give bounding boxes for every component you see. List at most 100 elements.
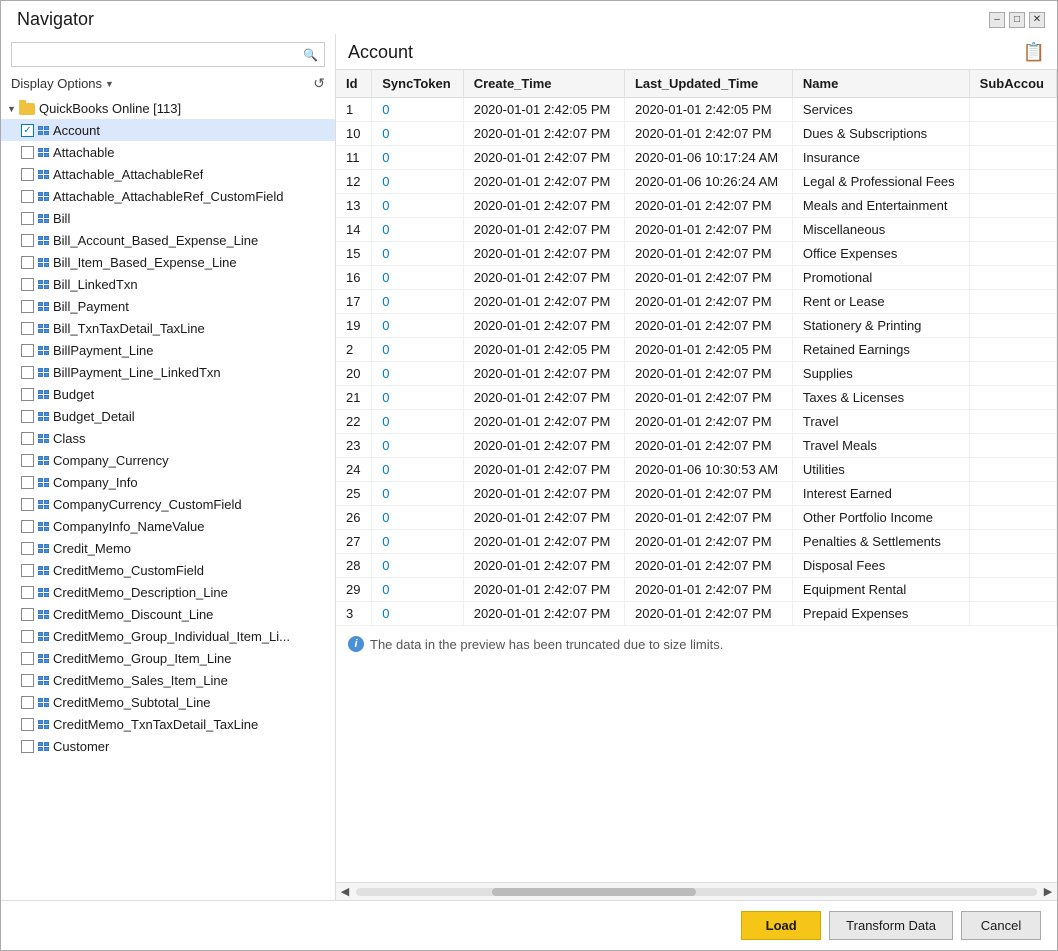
table-row[interactable]: 1602020-01-01 2:42:07 PM2020-01-01 2:42:… [336,266,1057,290]
table-row[interactable]: 2302020-01-01 2:42:07 PM2020-01-01 2:42:… [336,434,1057,458]
tree-item[interactable]: CreditMemo_TxnTaxDetail_TaxLine [1,713,335,735]
tree-item-checkbox[interactable] [21,344,34,357]
table-row[interactable]: 1102020-01-01 2:42:07 PM2020-01-06 10:17… [336,146,1057,170]
tree-item[interactable]: Company_Info [1,471,335,493]
search-icon[interactable]: 🔍 [297,44,324,66]
tree-item-checkbox[interactable] [21,300,34,313]
tree-item[interactable]: Bill_LinkedTxn [1,273,335,295]
tree-container[interactable]: ▼ QuickBooks Online [113] AccountAttacha… [1,98,335,900]
load-button[interactable]: Load [741,911,821,940]
table-column-header[interactable]: Last_Updated_Time [624,70,792,98]
data-table-container[interactable]: IdSyncTokenCreate_TimeLast_Updated_TimeN… [336,69,1057,882]
tree-item[interactable]: Credit_Memo [1,537,335,559]
tree-item[interactable]: CreditMemo_Sales_Item_Line [1,669,335,691]
tree-item-checkbox[interactable] [21,696,34,709]
tree-item-checkbox[interactable] [21,190,34,203]
tree-item-checkbox[interactable] [21,740,34,753]
tree-item[interactable]: Attachable [1,141,335,163]
table-column-header[interactable]: SubAccou [969,70,1056,98]
tree-item-checkbox[interactable] [21,674,34,687]
tree-item[interactable]: BillPayment_Line_LinkedTxn [1,361,335,383]
tree-item-checkbox[interactable] [21,542,34,555]
table-row[interactable]: 1702020-01-01 2:42:07 PM2020-01-01 2:42:… [336,290,1057,314]
table-row[interactable]: 1502020-01-01 2:42:07 PM2020-01-01 2:42:… [336,242,1057,266]
display-options-button[interactable]: Display Options ▼ [11,76,114,91]
tree-item[interactable]: Account [1,119,335,141]
tree-item-checkbox[interactable] [21,366,34,379]
table-row[interactable]: 102020-01-01 2:42:05 PM2020-01-01 2:42:0… [336,98,1057,122]
tree-item-checkbox[interactable] [21,498,34,511]
transform-data-button[interactable]: Transform Data [829,911,953,940]
table-row[interactable]: 2202020-01-01 2:42:07 PM2020-01-01 2:42:… [336,410,1057,434]
table-column-header[interactable]: SyncToken [372,70,463,98]
tree-item-checkbox[interactable] [21,476,34,489]
table-row[interactable]: 202020-01-01 2:42:05 PM2020-01-01 2:42:0… [336,338,1057,362]
table-row[interactable]: 2702020-01-01 2:42:07 PM2020-01-01 2:42:… [336,530,1057,554]
tree-item-checkbox[interactable] [21,388,34,401]
tree-item[interactable]: BillPayment_Line [1,339,335,361]
tree-item[interactable]: CreditMemo_Group_Item_Line [1,647,335,669]
tree-item[interactable]: Attachable_AttachableRef_CustomField [1,185,335,207]
close-button[interactable]: ✕ [1029,12,1045,28]
tree-item-checkbox[interactable] [21,586,34,599]
table-column-header[interactable]: Create_Time [463,70,624,98]
tree-item[interactable]: Bill_Account_Based_Expense_Line [1,229,335,251]
tree-item-checkbox[interactable] [21,322,34,335]
table-row[interactable]: 1902020-01-01 2:42:07 PM2020-01-01 2:42:… [336,314,1057,338]
tree-item[interactable]: Attachable_AttachableRef [1,163,335,185]
horizontal-scrollbar[interactable]: ◀ ▶ [336,882,1057,900]
table-row[interactable]: 1402020-01-01 2:42:07 PM2020-01-01 2:42:… [336,218,1057,242]
tree-item[interactable]: CreditMemo_Description_Line [1,581,335,603]
tree-item[interactable]: Customer [1,735,335,757]
tree-item-checkbox[interactable] [21,718,34,731]
tree-item-checkbox[interactable] [21,564,34,577]
tree-item[interactable]: Class [1,427,335,449]
tree-item-checkbox[interactable] [21,124,34,137]
tree-item[interactable]: CreditMemo_Subtotal_Line [1,691,335,713]
tree-item[interactable]: CompanyInfo_NameValue [1,515,335,537]
tree-item-checkbox[interactable] [21,410,34,423]
tree-item[interactable]: Bill [1,207,335,229]
cancel-button[interactable]: Cancel [961,911,1041,940]
export-icon[interactable]: 📋 [1023,42,1045,63]
table-row[interactable]: 1302020-01-01 2:42:07 PM2020-01-01 2:42:… [336,194,1057,218]
maximize-button[interactable]: □ [1009,12,1025,28]
tree-item-checkbox[interactable] [21,212,34,225]
tree-item[interactable]: CreditMemo_CustomField [1,559,335,581]
tree-item-checkbox[interactable] [21,454,34,467]
table-row[interactable]: 2102020-01-01 2:42:07 PM2020-01-01 2:42:… [336,386,1057,410]
refresh-icon[interactable]: ↺ [313,75,325,92]
table-row[interactable]: 302020-01-01 2:42:07 PM2020-01-01 2:42:0… [336,602,1057,626]
table-row[interactable]: 2602020-01-01 2:42:07 PM2020-01-01 2:42:… [336,506,1057,530]
tree-item-checkbox[interactable] [21,630,34,643]
tree-item-checkbox[interactable] [21,146,34,159]
tree-item-checkbox[interactable] [21,234,34,247]
tree-item-checkbox[interactable] [21,432,34,445]
table-row[interactable]: 2902020-01-01 2:42:07 PM2020-01-01 2:42:… [336,578,1057,602]
table-column-header[interactable]: Id [336,70,372,98]
tree-item[interactable]: CompanyCurrency_CustomField [1,493,335,515]
tree-item-checkbox[interactable] [21,168,34,181]
table-column-header[interactable]: Name [792,70,969,98]
tree-root-item[interactable]: ▼ QuickBooks Online [113] [1,98,335,119]
tree-item[interactable]: Bill_TxnTaxDetail_TaxLine [1,317,335,339]
tree-item[interactable]: CreditMemo_Group_Individual_Item_Li... [1,625,335,647]
table-row[interactable]: 2402020-01-01 2:42:07 PM2020-01-06 10:30… [336,458,1057,482]
tree-item[interactable]: CreditMemo_Discount_Line [1,603,335,625]
table-row[interactable]: 1202020-01-01 2:42:07 PM2020-01-06 10:26… [336,170,1057,194]
table-row[interactable]: 2502020-01-01 2:42:07 PM2020-01-01 2:42:… [336,482,1057,506]
tree-item[interactable]: Budget_Detail [1,405,335,427]
table-row[interactable]: 1002020-01-01 2:42:07 PM2020-01-01 2:42:… [336,122,1057,146]
tree-item-checkbox[interactable] [21,608,34,621]
tree-item[interactable]: Budget [1,383,335,405]
tree-item-checkbox[interactable] [21,652,34,665]
scroll-left-button[interactable]: ◀ [336,883,354,901]
tree-item[interactable]: Company_Currency [1,449,335,471]
tree-item-checkbox[interactable] [21,256,34,269]
tree-item[interactable]: Bill_Payment [1,295,335,317]
table-row[interactable]: 2802020-01-01 2:42:07 PM2020-01-01 2:42:… [336,554,1057,578]
tree-item-checkbox[interactable] [21,520,34,533]
scroll-right-button[interactable]: ▶ [1039,883,1057,901]
tree-item-checkbox[interactable] [21,278,34,291]
tree-item[interactable]: Bill_Item_Based_Expense_Line [1,251,335,273]
